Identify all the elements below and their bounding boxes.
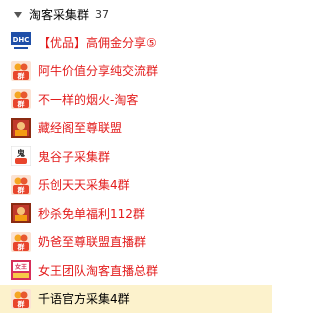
group-list-item[interactable]: 群 奶爸至尊联盟直播群	[0, 228, 272, 257]
group-list-item-label: 【优品】高佣金分享⑤	[38, 35, 157, 50]
group-avatar-icon: 群	[11, 231, 31, 252]
group-list-item-label: 阿牛价值分享纯交流群	[38, 64, 159, 79]
svg-text:群: 群	[18, 100, 25, 109]
group-list-item[interactable]: 群 不一样的烟火-淘客	[0, 85, 272, 114]
group-list-item[interactable]: 群 千语官方采集4群	[0, 284, 272, 313]
group-list: DHC 【优品】高佣金分享⑤ 群阿牛价值分享纯交流群群不一样的烟火-淘客 藏经阁至尊联…	[0, 28, 272, 313]
group-header[interactable]: 淘客采集群 37	[0, 0, 272, 28]
group-list-item[interactable]: 秒杀免单福利112群	[0, 199, 272, 228]
group-avatar-icon: 群	[11, 89, 31, 110]
group-avatar-icon: 群	[11, 174, 31, 195]
group-list-item-label: 奶爸至尊联盟直播群	[38, 235, 147, 250]
group-avatar-icon: 群	[11, 60, 31, 81]
svg-text:群: 群	[18, 185, 25, 194]
group-list-item[interactable]: 群 阿牛价值分享纯交流群	[0, 57, 272, 86]
group-avatar-icon: 群	[11, 288, 31, 309]
group-list-item-label: 藏经阁至尊联盟	[38, 121, 123, 136]
group-count: 37	[95, 7, 110, 21]
svg-text:鬼: 鬼	[17, 148, 25, 158]
ghost-avatar-icon: 鬼	[10, 145, 32, 167]
contact-list-panel: 淘客采集群 37 DHC 【优品】高佣金分享⑤ 群阿牛价值分享纯交流群群不一样的烟火…	[0, 0, 272, 323]
group-list-item-label: 秒杀免单福利112群	[38, 206, 145, 221]
group-list-item[interactable]: 藏经阁至尊联盟	[0, 114, 272, 143]
group-photo-icon	[11, 117, 31, 138]
svg-text:群: 群	[18, 299, 25, 308]
group-list-item-label: 鬼谷子采集群	[38, 149, 111, 164]
group-photo-icon	[11, 203, 31, 224]
group-list-item[interactable]: 群 乐创天天采集4群	[0, 171, 272, 200]
group-list-item-label: 乐创天天采集4群	[38, 178, 130, 193]
group-list-item[interactable]: 鬼 鬼谷子采集群	[0, 142, 272, 171]
svg-text:女王: 女王	[15, 263, 27, 271]
group-list-item-label: 女王团队淘客直播总群	[38, 263, 159, 278]
svg-text:群: 群	[18, 242, 25, 251]
group-list-item-label: 千语官方采集4群	[38, 292, 130, 307]
queen-avatar-icon: 女王	[11, 260, 31, 281]
collapse-caret-icon[interactable]	[14, 11, 22, 18]
svg-text:DHC: DHC	[13, 36, 30, 44]
svg-text:群: 群	[18, 71, 25, 80]
group-list-item-label: 不一样的烟火-淘客	[38, 92, 139, 107]
group-name: 淘客采集群	[29, 7, 90, 22]
dhc-logo-icon: DHC	[11, 32, 31, 53]
group-list-item[interactable]: 女王 女王团队淘客直播总群	[0, 256, 272, 285]
group-list-item[interactable]: DHC 【优品】高佣金分享⑤	[0, 28, 272, 57]
